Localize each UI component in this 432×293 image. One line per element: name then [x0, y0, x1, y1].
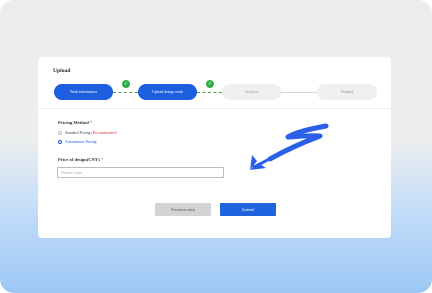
required-mark: * [101, 157, 104, 162]
step-upload-design-work[interactable]: Upload design work [138, 84, 197, 100]
page-title: Upload [53, 68, 71, 74]
pricing-method-label: Pricing Method * [58, 120, 92, 125]
radio-circle[interactable] [58, 131, 62, 135]
step-label: Upload design work [152, 90, 183, 94]
recommended-note: (Recommended) [91, 131, 117, 135]
step-work-information[interactable]: Work information [54, 84, 113, 100]
step-progress: Work information ✓ Upload design work ✓ … [54, 80, 377, 101]
step-label: Work information [69, 90, 98, 94]
submit-button[interactable]: Submit [220, 203, 276, 216]
step-connector [113, 92, 138, 93]
upload-card: Upload Work information ✓ Upload design … [38, 57, 391, 238]
radio-autonomous-pricing[interactable]: Autonomous Pricing [58, 140, 97, 144]
step-connector [281, 92, 317, 93]
divider [38, 108, 391, 109]
radio-circle-checked[interactable] [58, 140, 62, 144]
price-label: Price of design(CNY) * [58, 157, 103, 162]
step-pending[interactable]: Pending [317, 84, 377, 100]
radio-label: Autonomous Pricing [65, 140, 97, 144]
step-label: Pending [340, 90, 354, 94]
pricing-method-text: Pricing Method [58, 120, 89, 125]
required-mark: * [89, 120, 93, 125]
hand-drawn-arrow-icon [250, 123, 329, 170]
previous-step-button[interactable]: Previous step [155, 203, 211, 216]
step-label: Set price [244, 90, 259, 94]
check-icon: ✓ [206, 80, 214, 88]
step-connector [197, 92, 222, 93]
check-icon: ✓ [122, 80, 130, 88]
radio-label: Standard Pricing [65, 131, 91, 135]
price-label-text: Price of design(CNY) [58, 157, 100, 162]
radio-standard-pricing[interactable]: Standard Pricing (Recommended) [58, 131, 117, 135]
step-set-price[interactable]: Set price [222, 84, 281, 100]
price-input[interactable]: Please enter [57, 167, 224, 178]
